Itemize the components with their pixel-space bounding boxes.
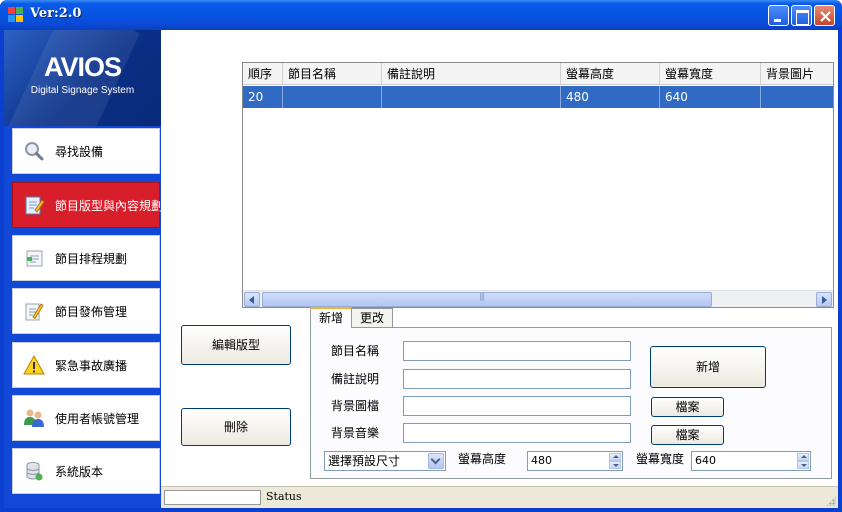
sidebar-item-program-layout[interactable]: 節目版型與內容規劃 xyxy=(12,182,164,228)
sidebar-item-publish[interactable]: 節目發佈管理 xyxy=(12,288,160,334)
sidebar-item-label: 使用者帳號管理 xyxy=(55,411,140,426)
sidebar-item-user-accounts[interactable]: 使用者帳號管理 xyxy=(12,395,160,441)
spin-arrows-icon[interactable] xyxy=(797,453,809,469)
sidebar-item-label: 節目版型與內容規劃 xyxy=(55,198,164,213)
scroll-right-icon[interactable] xyxy=(816,292,832,307)
table-cell xyxy=(382,86,561,108)
app-window: Ver:2.0 AVIOS Digital Signage System 尋找設… xyxy=(0,0,842,512)
sidebar-item-label: 系統版本 xyxy=(55,464,104,479)
column-header[interactable]: 備註說明 xyxy=(382,63,561,85)
logo-tagline: Digital Signage System xyxy=(30,85,135,96)
table-row[interactable]: 20 480 640 xyxy=(243,86,833,108)
name-label: 節目名稱 xyxy=(331,344,380,358)
main-panel: 順序 節目名稱 備註說明 螢幕高度 螢幕寬度 背景圖片 20 480 640 |… xyxy=(161,30,838,508)
table-cell: 480 xyxy=(561,86,660,108)
table-cell xyxy=(761,86,833,108)
client-area: AVIOS Digital Signage System 尋找設備 節目版型與內… xyxy=(4,30,838,508)
sidebar-item-emergency-broadcast[interactable]: 緊急事故廣播 xyxy=(12,342,160,388)
form-tabs: 新增 更改 xyxy=(310,307,394,328)
bg-image-label: 背景圖檔 xyxy=(331,399,380,413)
column-header[interactable]: 螢幕高度 xyxy=(561,63,660,85)
note-field[interactable] xyxy=(403,369,631,389)
horizontal-scrollbar[interactable] xyxy=(243,290,833,307)
tab-panel: 節目名稱 備註說明 背景圖檔 背景音樂 新增 檔案 檔案 選擇預設尺寸 螢幕高度… xyxy=(310,327,832,479)
close-icon xyxy=(820,11,831,22)
scroll-left-icon[interactable] xyxy=(244,292,260,307)
logo: AVIOS Digital Signage System xyxy=(4,30,161,126)
sidebar-item-label: 尋找設備 xyxy=(55,144,104,159)
magnifier-icon xyxy=(23,140,45,162)
sidebar-item-label: 緊急事故廣播 xyxy=(55,358,128,373)
height-label: 螢幕高度 xyxy=(458,452,507,466)
window-title: Ver:2.0 xyxy=(30,6,82,21)
sidebar-item-find-device[interactable]: 尋找設備 xyxy=(12,128,160,174)
sidebar-item-label: 節目排程規劃 xyxy=(55,251,128,266)
scrollbar-thumb[interactable] xyxy=(262,292,712,307)
bg-music-field[interactable] xyxy=(403,423,631,443)
name-field[interactable] xyxy=(403,341,631,361)
progress-bar xyxy=(164,490,261,505)
preset-size-value: 選擇預設尺寸 xyxy=(328,454,401,468)
height-value: 480 xyxy=(531,454,552,467)
note-label: 備註說明 xyxy=(331,372,380,386)
program-table[interactable]: 順序 節目名稱 備註說明 螢幕高度 螢幕寬度 背景圖片 20 480 640 xyxy=(242,62,834,308)
bg-music-label: 背景音樂 xyxy=(331,426,380,440)
preset-size-select[interactable]: 選擇預設尺寸 xyxy=(324,451,446,471)
title-bar[interactable]: Ver:2.0 xyxy=(0,0,842,30)
column-header[interactable]: 順序 xyxy=(243,63,283,85)
status-text: Status xyxy=(266,490,302,503)
table-cell: 640 xyxy=(660,86,761,108)
status-bar: Status xyxy=(161,486,838,508)
width-value: 640 xyxy=(695,454,716,467)
logo-brand: AVIOS xyxy=(43,52,122,82)
sidebar: AVIOS Digital Signage System 尋找設備 節目版型與內… xyxy=(4,30,164,508)
warning-icon xyxy=(23,354,45,376)
maximize-button[interactable] xyxy=(791,5,812,26)
delete-button[interactable]: 刪除 xyxy=(181,408,291,446)
browse-image-button[interactable]: 檔案 xyxy=(651,397,724,417)
minimize-button[interactable] xyxy=(768,5,789,26)
edit-document-icon xyxy=(23,194,45,216)
column-header[interactable]: 節目名稱 xyxy=(283,63,382,85)
sidebar-item-schedule[interactable]: 節目排程規劃 xyxy=(12,235,160,281)
table-cell xyxy=(283,86,382,108)
width-label: 螢幕寬度 xyxy=(636,452,685,466)
schedule-list-icon xyxy=(23,247,45,269)
table-header: 順序 節目名稱 備註說明 螢幕高度 螢幕寬度 背景圖片 xyxy=(243,63,833,85)
table-cell: 20 xyxy=(243,86,283,108)
sidebar-item-system-version[interactable]: 系統版本 xyxy=(12,448,160,494)
publish-pencil-icon xyxy=(23,300,45,322)
column-header[interactable]: 背景圖片 xyxy=(761,63,833,85)
add-button[interactable]: 新增 xyxy=(650,346,766,388)
edit-layout-button[interactable]: 編輯版型 xyxy=(181,325,291,365)
chevron-down-icon[interactable] xyxy=(428,453,444,469)
users-icon xyxy=(23,407,45,429)
bg-image-field[interactable] xyxy=(403,396,631,416)
browse-music-button[interactable]: 檔案 xyxy=(651,425,724,445)
app-icon xyxy=(8,7,24,23)
spin-arrows-icon[interactable] xyxy=(609,453,621,469)
tab-edit[interactable]: 更改 xyxy=(351,308,394,328)
tab-add[interactable]: 新增 xyxy=(310,307,353,328)
sidebar-item-label: 節目發佈管理 xyxy=(55,304,128,319)
width-stepper[interactable]: 640 xyxy=(691,451,811,471)
resize-grip-icon[interactable] xyxy=(826,496,836,506)
column-header[interactable]: 螢幕寬度 xyxy=(660,63,761,85)
close-button[interactable] xyxy=(814,5,835,26)
database-icon xyxy=(23,460,45,482)
height-stepper[interactable]: 480 xyxy=(527,451,623,471)
